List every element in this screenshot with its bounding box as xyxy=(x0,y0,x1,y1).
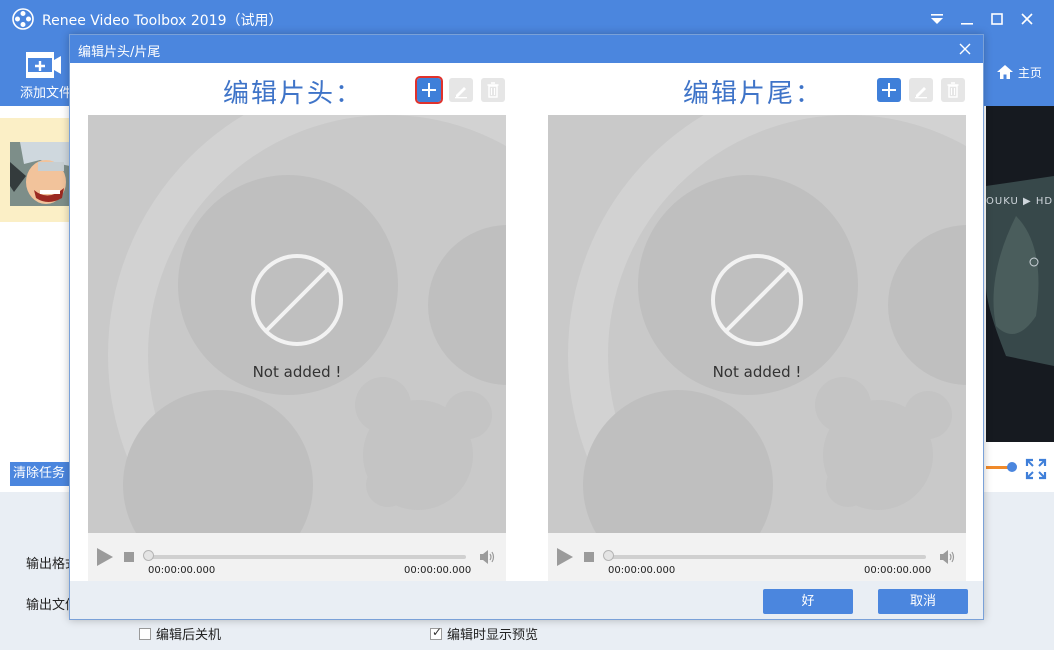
cancel-button[interactable]: 取消 xyxy=(878,589,968,614)
dialog-close-icon[interactable] xyxy=(957,41,973,57)
file-list-item[interactable] xyxy=(0,118,72,222)
dialog-title: 编辑片头/片尾 xyxy=(78,45,161,60)
checkbox-box-checked[interactable] xyxy=(430,625,442,640)
outro-player-controls: 00:00:00.000 00:00:00.000 xyxy=(548,533,966,581)
play-icon[interactable] xyxy=(556,547,574,567)
app-titlebar: Renee Video Toolbox 2019（试用） xyxy=(0,0,1054,38)
app-title: Renee Video Toolbox 2019（试用） xyxy=(42,13,283,29)
home-icon xyxy=(997,65,1013,79)
preview-watermark: OUKU ▶ HD xyxy=(986,196,1054,207)
intro-delete-button[interactable] xyxy=(481,78,505,102)
play-icon[interactable] xyxy=(96,547,114,567)
volume-icon[interactable] xyxy=(478,548,496,566)
intro-pane: 编辑片头： Not added ! 00:00:00.000 00:00:00.… xyxy=(88,63,506,581)
intro-edit-button[interactable] xyxy=(449,78,473,102)
outro-time-start: 00:00:00.000 xyxy=(608,565,676,576)
clear-task-button[interactable]: 清除任务 xyxy=(10,462,72,486)
minimize-icon[interactable] xyxy=(956,8,978,30)
app-logo-icon xyxy=(12,8,34,30)
dialog-titlebar: 编辑片头/片尾 xyxy=(70,35,983,63)
outro-edit-button[interactable] xyxy=(909,78,933,102)
checkbox-box[interactable] xyxy=(139,628,151,640)
intro-progress-bar[interactable] xyxy=(146,555,466,559)
home-button[interactable]: 主页 xyxy=(996,64,1042,84)
stop-icon[interactable] xyxy=(124,552,134,562)
menu-dropdown-icon[interactable] xyxy=(926,8,948,30)
not-allowed-icon xyxy=(711,254,803,346)
intro-video-area[interactable]: Not added ! xyxy=(88,115,506,533)
intro-player-controls: 00:00:00.000 00:00:00.000 xyxy=(88,533,506,581)
intro-progress-handle[interactable] xyxy=(143,550,154,561)
shutdown-after-edit-label: 编辑后关机 xyxy=(156,628,222,643)
home-label: 主页 xyxy=(1017,66,1042,80)
intro-pane-title: 编辑片头： xyxy=(223,79,364,109)
show-preview-checkbox[interactable]: 编辑时显示预览 xyxy=(430,624,538,643)
outro-time-end: 00:00:00.000 xyxy=(864,565,932,576)
outro-video-area[interactable]: Not added ! xyxy=(548,115,966,533)
outro-add-button[interactable] xyxy=(877,78,901,102)
outro-pane-title: 编辑片尾： xyxy=(683,79,824,109)
video-preview-panel: OUKU ▶ HD xyxy=(986,106,1054,442)
shutdown-after-edit-checkbox[interactable]: 编辑后关机 xyxy=(139,624,221,643)
timeline-handle[interactable] xyxy=(1007,462,1017,472)
fullscreen-icon[interactable] xyxy=(1025,458,1047,480)
close-icon[interactable] xyxy=(1016,8,1038,30)
preview-frame xyxy=(986,106,1054,442)
intro-not-added-text: Not added ! xyxy=(252,363,342,381)
show-preview-label: 编辑时显示预览 xyxy=(447,628,539,643)
outro-pane: 编辑片尾： Not added ! 00:00:00.000 00:00:00.… xyxy=(548,63,966,581)
trash-icon xyxy=(947,82,959,98)
dialog-footer: 好 取消 xyxy=(70,581,983,619)
trash-icon xyxy=(487,82,499,98)
outro-delete-button[interactable] xyxy=(941,78,965,102)
edit-intro-outro-dialog: 编辑片头/片尾 编辑片头： Not added ! 00:00:00.000 0… xyxy=(69,34,984,620)
volume-icon[interactable] xyxy=(938,548,956,566)
outro-progress-bar[interactable] xyxy=(606,555,926,559)
add-file-button[interactable]: 添加文件 xyxy=(18,48,74,101)
not-allowed-icon xyxy=(251,254,343,346)
ok-button[interactable]: 好 xyxy=(763,589,853,614)
intro-add-button[interactable] xyxy=(415,76,443,104)
plus-icon xyxy=(882,83,896,97)
stop-icon[interactable] xyxy=(584,552,594,562)
add-file-label: 添加文件 xyxy=(20,86,73,101)
video-thumbnail xyxy=(10,142,70,206)
add-video-icon xyxy=(26,52,61,78)
plus-icon xyxy=(422,83,436,97)
intro-time-end: 00:00:00.000 xyxy=(404,565,472,576)
maximize-icon[interactable] xyxy=(986,8,1008,30)
pencil-icon xyxy=(455,87,467,99)
intro-time-start: 00:00:00.000 xyxy=(148,565,216,576)
pencil-icon xyxy=(915,87,927,99)
outro-not-added-text: Not added ! xyxy=(712,363,802,381)
outro-progress-handle[interactable] xyxy=(603,550,614,561)
